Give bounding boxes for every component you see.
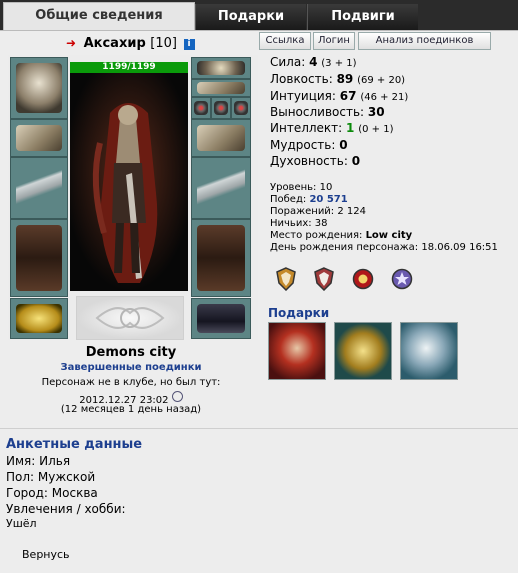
bracers-icon [16, 125, 62, 151]
login-button[interactable]: Логин [313, 32, 355, 50]
ring-icon [194, 101, 208, 115]
clock-icon [171, 391, 183, 402]
character-name: Аксахир [83, 36, 146, 51]
hp-text: 1199/1199 [102, 62, 156, 72]
stat-endurance: Выносливость: 30 [270, 105, 385, 120]
tab-gifts[interactable]: Подарки [195, 4, 306, 30]
belt-slot[interactable] [10, 298, 68, 339]
info-birthday: День рождения персонажа: 18.06.09 16:51 [270, 242, 498, 253]
stat-spirituality: Духовность: 0 [270, 153, 361, 168]
character-level: [10] [150, 36, 177, 51]
right-weapon-slot[interactable] [191, 157, 251, 219]
sword-icon [197, 163, 245, 213]
info-birthplace: Место рождения: Low city [270, 230, 413, 241]
earring-icon [197, 82, 245, 94]
profile-extra-text: Вернусь [22, 548, 70, 561]
legs-slot[interactable] [191, 219, 251, 297]
profile-gender: Пол: Мужской [6, 470, 96, 484]
info-losses: Поражений: 2 124 [270, 206, 367, 217]
info-draws: Ничьих: 38 [270, 218, 328, 229]
duel-analysis-button[interactable]: Анализ поединков [358, 32, 491, 50]
helmet-slot[interactable] [10, 57, 68, 119]
hp-bar: 1199/1199 [70, 62, 188, 73]
info-icon[interactable]: i [183, 39, 195, 50]
stat-agility: Ловкость: 89 (69 + 20) [270, 71, 406, 86]
wins-link[interactable]: 20 571 [309, 194, 347, 205]
boots-icon [197, 304, 245, 333]
pants-icon [197, 225, 245, 291]
character-header: ➜ Аксахир [10] i [66, 36, 195, 51]
profile-city: Город: Москва [6, 486, 98, 500]
time-ago: (12 месяцев 1 день назад) [60, 404, 202, 415]
finished-duels-link[interactable]: Завершенные поединки [0, 362, 262, 373]
not-in-club-text: Персонаж не в клубе, но был тут: [41, 377, 221, 388]
gift-shield-icon[interactable] [400, 322, 458, 380]
private-message-arrow-icon[interactable]: ➜ [66, 36, 76, 50]
gifts-title: Подарки [268, 306, 330, 320]
earrings-slot[interactable] [191, 79, 251, 97]
shield-badge-icon[interactable] [275, 267, 297, 292]
gift-warrior-icon[interactable] [268, 322, 326, 380]
stat-intellect: Интеллект: 1 (0 + 1) [270, 121, 394, 136]
divider [0, 428, 518, 429]
amulet-icon [197, 61, 245, 75]
stat-wisdom: Мудрость: 0 [270, 137, 348, 152]
gauntlet-slot[interactable] [191, 119, 251, 157]
star-badge-icon[interactable] [391, 267, 413, 291]
stat-strength: Сила: 4 (3 + 1) [270, 55, 357, 69]
character-portrait [70, 73, 188, 291]
character-info: Уровень: 10 Побед: 20 571 Поражений: 2 1… [270, 182, 498, 254]
tab-general-info[interactable]: Общие сведения [3, 2, 195, 33]
left-weapon-slot[interactable] [10, 157, 68, 219]
ring-icon [214, 101, 228, 115]
ring-slot-2[interactable] [211, 97, 231, 119]
profile-name: Имя: Илья [6, 454, 71, 468]
bracers-slot[interactable] [10, 119, 68, 157]
amulet-slot[interactable] [191, 57, 251, 79]
guild-emblem-watermark [76, 296, 184, 340]
profile-title: Анкетные данные [6, 437, 143, 452]
tab-bar: Общие сведения Подарки Подвиги [0, 0, 518, 33]
ring-icon [234, 101, 248, 115]
ring-slot-3[interactable] [231, 97, 251, 119]
belt-icon [16, 304, 62, 333]
link-button[interactable]: Ссылка [259, 32, 311, 50]
profile-hobby: Ушёл [6, 517, 37, 530]
info-level: Уровень: 10 [270, 182, 333, 193]
profile-hobby-label: Увлечения / хобби: [6, 502, 126, 516]
ring-slot-1[interactable] [191, 97, 211, 119]
gloves-slot[interactable] [10, 219, 68, 297]
stat-intuition: Интуиция: 67 (46 + 21) [270, 88, 409, 103]
shield-badge-icon[interactable] [313, 267, 335, 292]
character-figure [70, 73, 188, 291]
gloves-icon [16, 225, 62, 291]
city-name: Demons city [85, 345, 177, 360]
sword-icon [16, 163, 62, 213]
rose-badge-icon[interactable] [352, 267, 374, 291]
gift-wings-emblem-icon[interactable] [334, 322, 392, 380]
boots-slot[interactable] [191, 298, 251, 339]
gauntlet-icon [197, 125, 245, 151]
stats-block: Сила: 4 (3 + 1) Ловкость: 89 (69 + 20) И… [270, 55, 408, 170]
info-wins: Побед: 20 571 [270, 194, 348, 205]
helmet-icon [16, 63, 62, 113]
tab-achievements[interactable]: Подвиги [307, 4, 418, 30]
